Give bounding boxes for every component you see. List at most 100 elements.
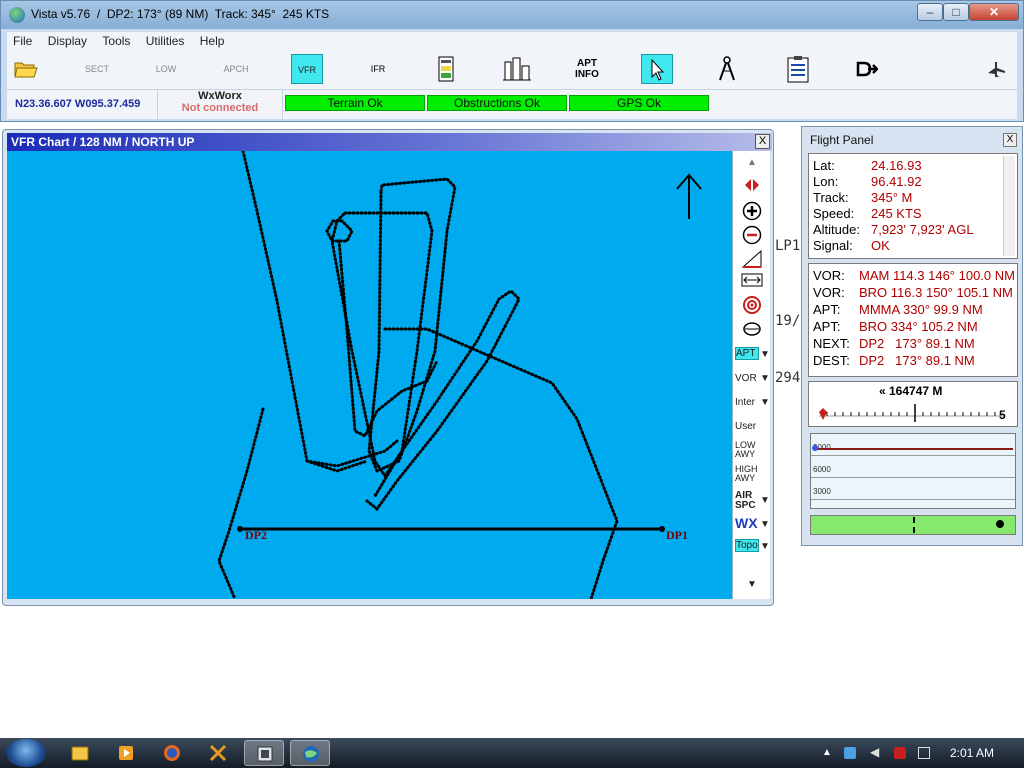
apch-button[interactable]: APCH: [219, 54, 253, 84]
app-taskbar-button[interactable]: [244, 740, 284, 766]
high-awy-label-2: AWY: [735, 473, 756, 483]
folder-icon: [14, 62, 38, 78]
terrain-status: Terrain Ok: [285, 95, 425, 111]
ifr-button[interactable]: IFR: [361, 54, 395, 84]
low-airway-toggle[interactable]: LOW AWY: [735, 441, 769, 459]
display-tray-icon[interactable]: [918, 747, 930, 759]
chevron-down-icon[interactable]: ▼: [760, 519, 770, 530]
volume-icon[interactable]: ◀: [870, 745, 882, 759]
chevron-down-icon[interactable]: ▼: [760, 373, 770, 384]
cursor-arrow-icon: [651, 58, 665, 81]
dp1-label[interactable]: DP1: [666, 528, 688, 543]
lat-label: Lat:: [813, 158, 835, 173]
refresh-icon[interactable]: [735, 321, 769, 340]
menu-file[interactable]: File: [7, 32, 38, 50]
altitude-value: 7,923' 7,923' AGL: [871, 222, 974, 237]
obstructions-status: Obstructions Ok: [427, 95, 567, 111]
target-icon[interactable]: [735, 295, 769, 318]
deviation-scale: [819, 404, 1003, 422]
scale-max-label: 5: [999, 408, 1006, 422]
close-button[interactable]: ✕: [969, 3, 1019, 21]
low-button[interactable]: LOW: [151, 54, 181, 84]
network-tray-icon[interactable]: [844, 747, 856, 759]
center-marker: [913, 517, 915, 533]
nav-label: APT:: [813, 319, 841, 334]
pan-arrows-icon[interactable]: [735, 177, 769, 196]
menu-help[interactable]: Help: [194, 32, 231, 50]
nav-label: VOR:: [813, 268, 845, 283]
chevron-down-icon[interactable]: ▼: [760, 397, 770, 408]
open-folder-button[interactable]: [13, 54, 39, 84]
start-button[interactable]: [6, 739, 46, 767]
pointer-tool-button[interactable]: [641, 54, 673, 84]
scroll-up-icon[interactable]: ▲: [735, 157, 769, 168]
action-center-icon[interactable]: [894, 747, 906, 759]
user-layer-toggle[interactable]: User: [735, 421, 769, 432]
scroll-down-icon[interactable]: ▼: [735, 579, 769, 590]
vfr-button[interactable]: VFR: [291, 54, 323, 84]
chevron-down-icon[interactable]: ▼: [760, 495, 770, 506]
ruler-icon[interactable]: [735, 249, 769, 272]
map-canvas[interactable]: DP2 DP1: [7, 149, 732, 601]
menu-utilities[interactable]: Utilities: [140, 32, 191, 50]
position-readout: Lat: 24.16.93 Lon: 96.41.92 Track: 345° M S…: [808, 153, 1018, 259]
north-arrow: [676, 173, 702, 219]
flight-panel-close-button[interactable]: X: [1003, 133, 1017, 147]
apt-layer-toggle[interactable]: APT: [735, 347, 759, 360]
track-line: [217, 407, 265, 601]
aircraft-button[interactable]: [983, 54, 1009, 84]
nav-label: APT:: [813, 302, 841, 317]
gps-coordinates: N23.36.607 W095.37.459: [15, 98, 141, 110]
taskbar-clock[interactable]: 2:01 AM: [950, 746, 994, 760]
track-line: [325, 219, 354, 243]
dp2-label[interactable]: DP2: [245, 528, 267, 543]
fit-width-icon[interactable]: [735, 273, 769, 290]
nav-label: NEXT:: [813, 336, 850, 351]
current-altitude-line: [813, 448, 1013, 450]
wxworx-status[interactable]: WxWorx Not connected: [157, 89, 283, 119]
tray-expand-icon[interactable]: ▲: [822, 747, 834, 759]
speed-value: 245 KTS: [871, 206, 922, 221]
apt-info-button[interactable]: APT INFO: [569, 54, 605, 84]
media-player-taskbar-button[interactable]: [106, 740, 146, 766]
checklist-icon: [438, 56, 454, 82]
track-line: [365, 289, 521, 512]
obstructions-button[interactable]: [501, 54, 533, 84]
chevron-down-icon[interactable]: ▼: [760, 349, 770, 360]
sect-button[interactable]: SECT: [79, 54, 115, 84]
menu-display[interactable]: Display: [42, 32, 93, 50]
firefox-taskbar-button[interactable]: [152, 740, 192, 766]
wxworx-label: WxWorx: [198, 90, 242, 102]
chart-close-button[interactable]: X: [755, 134, 770, 149]
waypoint-button[interactable]: [855, 54, 879, 84]
clipboard-button[interactable]: [783, 54, 813, 84]
apt-info-label-2: INFO: [575, 69, 599, 80]
buildings-icon: [503, 57, 531, 81]
chevron-down-icon[interactable]: ▼: [760, 541, 770, 552]
menu-tools[interactable]: Tools: [96, 32, 136, 50]
vista-main-window: Vista v5.76 / DP2: 173° (89 NM) Track: 3…: [0, 0, 1024, 122]
explorer-taskbar-button[interactable]: [60, 740, 100, 766]
flight-plan-button[interactable]: [435, 54, 457, 84]
gps-status: GPS Ok: [569, 95, 709, 111]
globe-icon: [9, 7, 25, 23]
speed-label: Speed:: [813, 206, 855, 221]
vista-taskbar-button[interactable]: [290, 740, 330, 766]
flight-panel-window: Flight Panel X Lat: 24.16.93 Lon: 96.41.92…: [801, 126, 1023, 546]
high-airway-toggle[interactable]: HIGH AWY: [735, 465, 769, 483]
altitude-profile: 9000 6000 3000: [810, 433, 1016, 509]
zoom-out-icon[interactable]: [735, 225, 769, 248]
track-value: 345° M: [871, 190, 913, 205]
flight-panel-title: Flight Panel: [810, 133, 874, 147]
maximize-button[interactable]: □: [943, 3, 969, 21]
minimize-button[interactable]: –: [917, 3, 943, 21]
measure-tool-button[interactable]: [715, 54, 739, 84]
tools-taskbar-button[interactable]: [198, 740, 238, 766]
topo-layer-toggle[interactable]: Topo: [735, 539, 759, 552]
toolbar: SECT LOW APCH VFR IFR APT INFO: [7, 51, 1017, 89]
wxworx-connection: Not connected: [181, 102, 259, 114]
position-scrollbar[interactable]: [1003, 156, 1015, 256]
zoom-in-icon[interactable]: [735, 201, 769, 224]
altitude-label: Altitude:: [813, 222, 860, 237]
window-title: Vista v5.76 / DP2: 173° (89 NM) Track: 3…: [31, 7, 330, 21]
